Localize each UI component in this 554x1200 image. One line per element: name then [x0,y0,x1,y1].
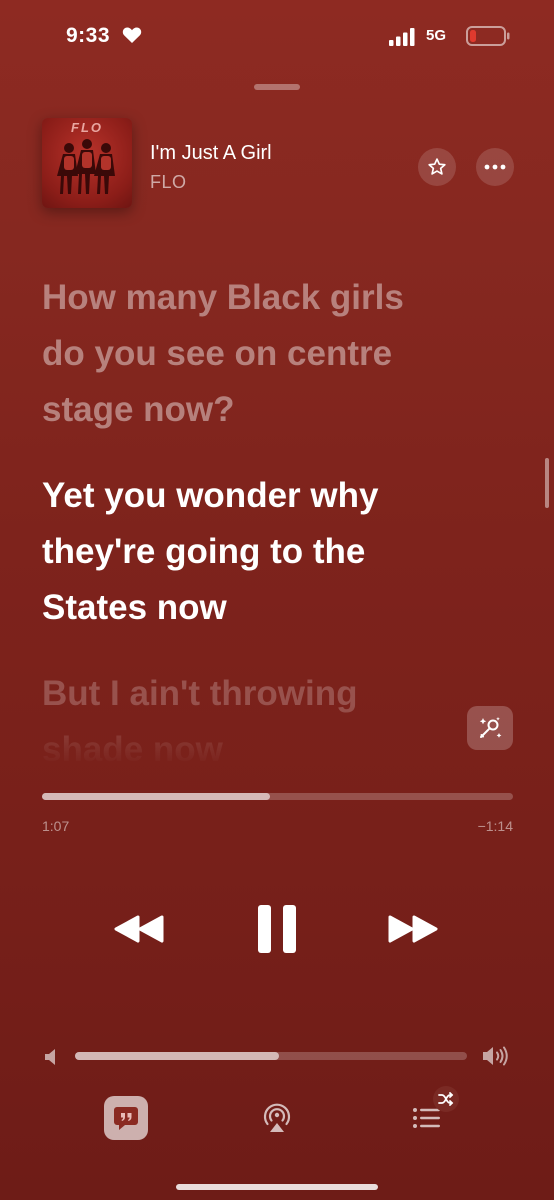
elapsed-time: 1:07 [42,818,70,834]
queue-list-icon [413,1108,440,1128]
pause-button[interactable] [256,904,298,954]
status-time: 9:33 [66,24,111,47]
star-icon [428,158,446,175]
favorite-button[interactable] [418,148,456,186]
quote-bubble-icon [114,1107,138,1130]
shuffle-icon [438,1092,454,1106]
song-artist[interactable]: FLO [150,172,187,193]
lyric-text: do you see on centre [42,334,393,373]
lyric-text: Yet you wonder why [42,476,379,515]
playback-scrubber[interactable] [42,793,513,800]
battery-low-icon [466,26,510,46]
lyric-line-next[interactable]: But I ain't throwing shade now [42,666,502,766]
cellular-signal-icon [389,28,415,46]
album-art[interactable]: FLO [42,118,132,208]
heart-icon [122,27,142,43]
lyrics-button[interactable] [104,1096,148,1140]
fast-forward-icon [388,915,438,943]
rewind-button[interactable] [112,910,166,948]
lyric-text: But I ain't throwing [42,674,358,713]
more-options-button[interactable] [476,148,514,186]
airplay-button[interactable] [260,1100,294,1134]
ellipsis-icon [484,164,506,170]
song-title[interactable]: I'm Just A Girl [150,142,272,165]
volume-slider[interactable] [75,1052,467,1060]
album-art-figures [57,139,115,194]
lyric-text: shade now [42,730,223,766]
microphone-sparkle-icon [479,717,502,738]
lyric-text: they're going to the [42,532,366,571]
volume-high-icon [483,1046,508,1066]
rewind-icon [114,915,164,943]
airplay-audio-icon [263,1103,291,1132]
fast-forward-button[interactable] [386,910,440,948]
volume-level-fill [75,1052,279,1060]
shuffle-badge[interactable] [433,1086,459,1112]
home-indicator[interactable] [176,1184,378,1190]
network-type: 5G [426,27,447,44]
sing-button[interactable] [467,706,513,750]
lyric-line-past[interactable]: How many Black girls do you see on centr… [42,270,502,438]
lyric-text: How many Black girls [42,278,404,317]
sheet-grabber[interactable] [254,84,300,90]
lyric-text: States now [42,588,227,627]
lyric-line-current[interactable]: Yet you wonder why they're going to the … [42,468,502,636]
lyrics-scroll-indicator[interactable] [545,458,549,508]
volume-low-icon [45,1049,55,1065]
pause-icon [258,905,296,953]
playback-progress-fill [42,793,271,800]
remaining-time: −1:14 [477,818,513,834]
lyric-text: stage now? [42,390,235,429]
